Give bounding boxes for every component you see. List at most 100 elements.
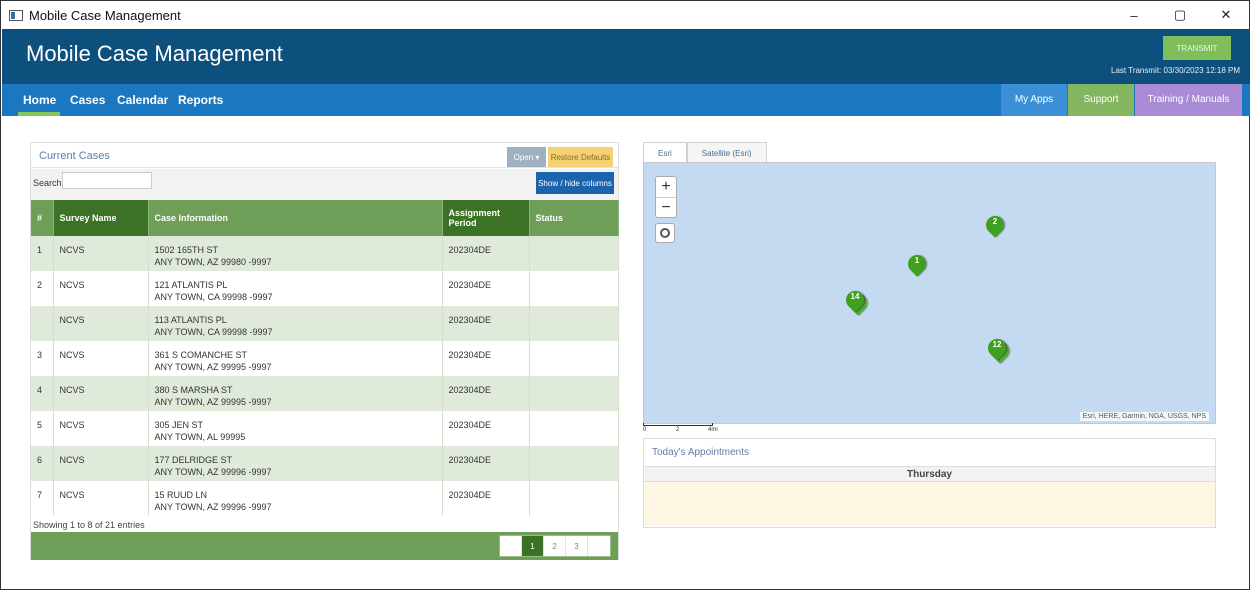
support-button[interactable]: Support: [1068, 84, 1134, 116]
row-number: 1: [31, 236, 54, 271]
close-button[interactable]: ✕: [1203, 1, 1249, 29]
restore-defaults-button[interactable]: Restore Defaults: [548, 147, 613, 167]
row-address-line2: ANY TOWN, CA 99998 -9997: [154, 327, 273, 337]
col-header-case-information[interactable]: Case Information: [148, 200, 443, 236]
col-header-status[interactable]: Status: [529, 200, 619, 236]
marker-count: 12: [992, 340, 1002, 349]
row-period: 202304DE: [442, 481, 530, 516]
row-number: 5: [31, 411, 54, 446]
row-address-line1: 380 S MARSHA ST: [154, 385, 233, 395]
row-number: 2: [31, 271, 54, 306]
map-marker[interactable]: 1: [904, 251, 930, 277]
appointments-title: Today's Appointments: [652, 447, 749, 458]
row-address-line2: ANY TOWN, AZ 99996 -9997: [154, 467, 272, 477]
appointments-body: [644, 482, 1215, 526]
row-status: [529, 341, 619, 376]
row-case-info: 177 DELRIDGE ST ANY TOWN, AZ 99996 -9997: [148, 446, 443, 481]
map-marker[interactable]: 2: [982, 212, 1008, 238]
todays-appointments-panel: Today's Appointments Thursday: [643, 438, 1216, 528]
pagination-bar: 1 2 3: [31, 532, 618, 560]
scale-label: 4mi: [708, 427, 718, 433]
map-attribution: Esri, HERE, Garmin, NGA, USGS, NPS: [1079, 412, 1209, 421]
scale-label: 2: [676, 427, 680, 433]
marker-count: 14: [850, 292, 860, 301]
col-header-assignment-period[interactable]: Assignment Period: [442, 200, 530, 236]
open-dropdown-button[interactable]: Open ▾: [507, 147, 546, 167]
row-case-info: 361 S COMANCHE ST ANY TOWN, AZ 99995 -999…: [148, 341, 443, 376]
current-cases-panel: Current Cases Open ▾ Restore Defaults Se…: [30, 142, 619, 560]
row-case-info: 15 RUUD LN ANY TOWN, AZ 99996 -9997: [148, 481, 443, 516]
app-name: Mobile Case Management: [26, 41, 283, 66]
transmit-button[interactable]: TRANSMIT: [1163, 36, 1231, 60]
tab-satellite-esri[interactable]: Satellite (Esri): [686, 142, 767, 163]
page-next-button[interactable]: [588, 536, 610, 556]
row-address-line1: 113 ATLANTIS PL: [154, 315, 227, 325]
cases-panel-title: Current Cases: [39, 150, 110, 162]
row-status: [529, 306, 619, 341]
tab-esri[interactable]: Esri: [643, 142, 687, 163]
last-transmit-text: Last Transmit: 03/30/2023 12:18 PM: [1111, 66, 1240, 75]
locate-button[interactable]: [655, 223, 675, 243]
map-marker[interactable]: 12: [984, 335, 1013, 364]
map-tabs: Esri Satellite (Esri): [643, 142, 767, 163]
nav-reports[interactable]: Reports: [178, 84, 223, 116]
page-3-button[interactable]: 3: [566, 536, 588, 556]
map-marker[interactable]: 14: [842, 287, 871, 316]
zoom-in-button[interactable]: +: [656, 177, 676, 197]
window-titlebar: Mobile Case Management – ▢ ✕: [1, 1, 1249, 29]
nav-active-indicator: [18, 112, 60, 116]
table-row[interactable]: NCVS 113 ATLANTIS PL ANY TOWN, CA 99998 -…: [31, 306, 619, 341]
training-manuals-button[interactable]: Training / Manuals: [1135, 84, 1242, 116]
table-row[interactable]: 3 NCVS 361 S COMANCHE ST ANY TOWN, AZ 999…: [31, 341, 619, 376]
row-number: [31, 306, 54, 341]
row-case-info: 380 S MARSHA ST ANY TOWN, AZ 99995 -9997: [148, 376, 443, 411]
row-survey: NCVS: [53, 271, 149, 306]
table-row[interactable]: 2 NCVS 121 ATLANTIS PL ANY TOWN, CA 99998…: [31, 271, 619, 306]
window-controls: – ▢ ✕: [1111, 1, 1249, 29]
nav-cases[interactable]: Cases: [70, 84, 105, 116]
col-header-survey-name[interactable]: Survey Name: [53, 200, 149, 236]
row-case-info: 121 ATLANTIS PL ANY TOWN, CA 99998 -9997: [148, 271, 443, 306]
col-header-number[interactable]: #: [31, 200, 54, 236]
app-header: Mobile Case Management TRANSMIT Last Tra…: [2, 29, 1250, 84]
table-row[interactable]: 5 NCVS 305 JEN ST ANY TOWN, AL 99995 2023…: [31, 411, 619, 446]
maximize-button[interactable]: ▢: [1157, 1, 1203, 29]
window-title: Mobile Case Management: [29, 7, 181, 23]
row-address-line2: ANY TOWN, AZ 99995 -9997: [154, 397, 272, 407]
show-hide-columns-button[interactable]: Show / hide columns: [536, 172, 614, 194]
page-1-button[interactable]: 1: [522, 536, 544, 556]
row-status: [529, 236, 619, 271]
page-2-button[interactable]: 2: [544, 536, 566, 556]
row-period: 202304DE: [442, 376, 530, 411]
row-period: 202304DE: [442, 411, 530, 446]
row-address-line2: ANY TOWN, AZ 99980 -9997: [154, 257, 272, 267]
search-label: Search: [33, 178, 62, 188]
row-survey: NCVS: [53, 376, 149, 411]
row-address-line1: 1502 165TH ST: [154, 245, 219, 255]
marker-count: 2: [992, 217, 998, 226]
minimize-button[interactable]: –: [1111, 1, 1157, 29]
table-row[interactable]: 6 NCVS 177 DELRIDGE ST ANY TOWN, AZ 99996…: [31, 446, 619, 481]
table-row[interactable]: 7 NCVS 15 RUUD LN ANY TOWN, AZ 99996 -999…: [31, 481, 619, 516]
search-input[interactable]: [62, 172, 152, 189]
row-period: 202304DE: [442, 341, 530, 376]
table-row[interactable]: 1 NCVS 1502 165TH ST ANY TOWN, AZ 99980 -…: [31, 236, 619, 271]
page-prev-button[interactable]: [500, 536, 522, 556]
zoom-out-button[interactable]: −: [656, 197, 676, 217]
row-number: 4: [31, 376, 54, 411]
nav-calendar[interactable]: Calendar: [117, 84, 168, 116]
row-survey: NCVS: [53, 341, 149, 376]
table-row[interactable]: 4 NCVS 380 S MARSHA ST ANY TOWN, AZ 99995…: [31, 376, 619, 411]
row-survey: NCVS: [53, 446, 149, 481]
row-address-line2: ANY TOWN, AL 99995: [154, 432, 246, 442]
table-header-row: # Survey Name Case Information Assignmen…: [31, 200, 619, 236]
case-map[interactable]: + − 2 1 14 12 Esri, HERE, Garmin, NGA, U…: [643, 162, 1216, 424]
row-number: 6: [31, 446, 54, 481]
scale-label: 0: [643, 427, 647, 433]
zoom-controls: + −: [655, 176, 677, 218]
cases-table: # Survey Name Case Information Assignmen…: [31, 200, 619, 516]
row-period: 202304DE: [442, 271, 530, 306]
my-apps-button[interactable]: My Apps: [1001, 84, 1067, 116]
row-address-line1: 15 RUUD LN: [154, 490, 208, 500]
row-status: [529, 411, 619, 446]
